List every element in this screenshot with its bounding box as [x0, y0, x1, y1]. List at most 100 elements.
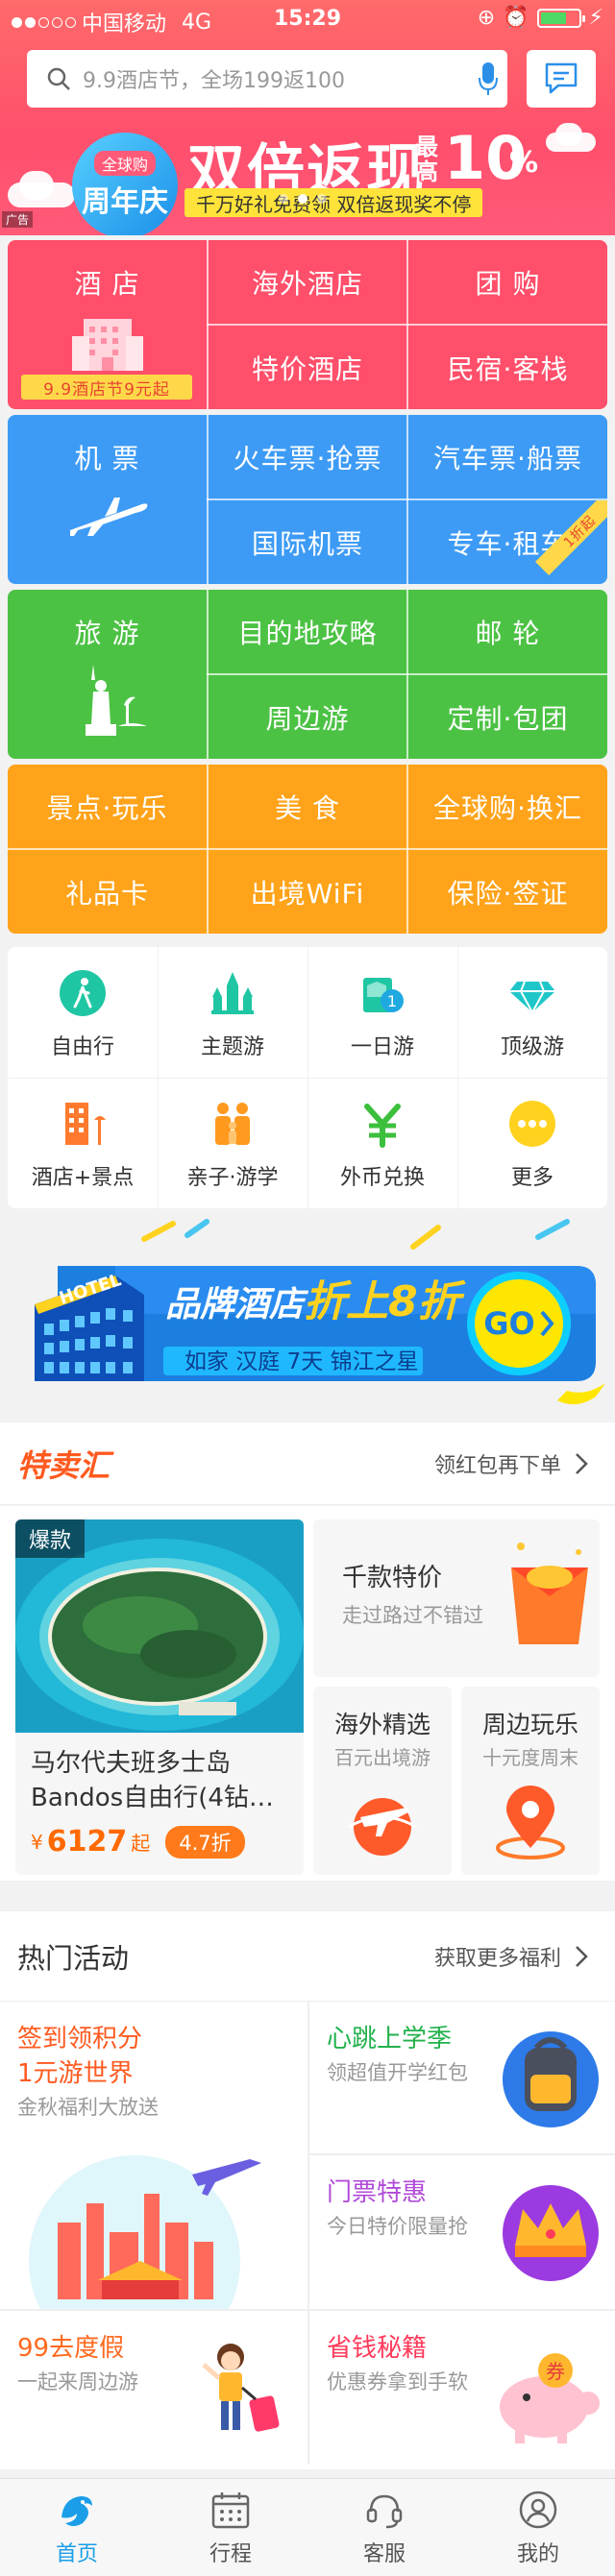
divider	[457, 947, 458, 1208]
grid-custom-tour[interactable]: 定制·包团	[408, 675, 607, 759]
yen-icon	[364, 1104, 401, 1148]
charging-icon: ⚡	[588, 6, 603, 30]
ad-tag: 广告	[2, 211, 34, 228]
activity-b-sub: 领超值开学红包	[327, 2061, 468, 2084]
hotel-brands: 如家 汉庭 7天 锦江之星	[184, 1349, 419, 1374]
grid-hotel-main[interactable]: 酒 店 9.9酒店节9元起	[8, 240, 207, 409]
city-skyline-icon	[29, 2155, 261, 2309]
activity-ticket-deal[interactable]: 门票特惠 今日特价限量抢	[309, 2155, 615, 2307]
hot-header: 热门活动 获取更多福利	[0, 1911, 615, 2002]
icon-label: 主题游	[200, 1035, 264, 1059]
svg-text:1: 1	[387, 992, 397, 1010]
activity-d-title: 99去度假	[17, 2334, 125, 2363]
status-bar: 中国移动 4G 15:29 ⊕ ⏰ ⚡	[0, 0, 615, 40]
divider	[308, 2002, 309, 2465]
tab-customer-service-label: 客服	[362, 2541, 406, 2566]
icon-label: 外币兑换	[339, 1166, 425, 1190]
divider	[207, 498, 607, 500]
icon-item-free-travel[interactable]: 自由行	[8, 947, 158, 1078]
hotel-building-icon	[71, 319, 143, 371]
deals-more-link[interactable]: 领红包再下单	[434, 1448, 588, 1479]
hotel-title-a: 品牌酒店	[165, 1285, 309, 1324]
grid-nearby-travel[interactable]: 周边游	[209, 675, 406, 759]
family-icon	[215, 1103, 250, 1145]
grid-homestay[interactable]: 民宿·客栈	[408, 326, 607, 409]
deals-title: 特卖汇	[17, 1446, 111, 1484]
tab-profile[interactable]: 我的	[461, 2479, 615, 2576]
promo-strip: 千万好礼免费领 双倍返现奖不停	[184, 188, 483, 217]
grid-intl-flight[interactable]: 国际机票	[209, 500, 406, 584]
tab-home[interactable]: 首页	[0, 2479, 154, 2576]
deal-side-left[interactable]: 海外精选 百元出境游	[313, 1687, 452, 1875]
icon-item-theme-travel[interactable]: 主题游	[158, 947, 308, 1078]
message-button[interactable]	[527, 50, 596, 108]
tab-home-label: 首页	[55, 2541, 98, 2566]
grid-bus-ship-ticket[interactable]: 汽车票·船票	[408, 415, 607, 498]
icon-label: 酒店+景点	[31, 1166, 135, 1190]
icon-item-premium-travel[interactable]: 顶级游	[457, 947, 607, 1078]
activity-d-sub: 一起来周边游	[17, 2370, 138, 2394]
side-left-title: 海外精选	[333, 1711, 430, 1738]
go-button-label: GO	[483, 1305, 534, 1342]
activity-back-to-school[interactable]: 心跳上学季 领超值开学红包	[309, 2002, 615, 2153]
hotel-grid: 酒 店 9.9酒店节9元起 海外酒店 团 购 特价酒店 民宿·客栈	[8, 240, 607, 409]
price-suffix: 起	[131, 1832, 151, 1855]
activity-99-vacation[interactable]: 99去度假 一起来周边游	[0, 2311, 308, 2465]
pager-dot[interactable]	[279, 194, 288, 204]
travel-label: 旅 游	[74, 618, 140, 649]
red-envelope-icon	[511, 1543, 588, 1644]
hot-more-link[interactable]: 获取更多福利	[434, 1941, 588, 1972]
grid-attractions[interactable]: 景点·玩乐	[8, 765, 207, 848]
tab-customer-service[interactable]: 客服	[308, 2479, 461, 2576]
hotel-promo-tag: 9.9酒店节9元起	[21, 375, 192, 400]
grid-group-buy[interactable]: 团 购	[408, 240, 607, 324]
deal-side-top[interactable]: 千款特价 走过路过不错过	[313, 1519, 600, 1677]
chevron-right-icon	[576, 1945, 588, 1967]
activity-saving-tips[interactable]: 省钱秘籍 优惠券拿到手软 券	[309, 2311, 615, 2465]
currency-symbol: ¥	[31, 1830, 43, 1854]
traveler-girl-icon	[202, 2344, 280, 2432]
grid-special-hotel[interactable]: 特价酒店	[209, 326, 406, 409]
grid-car-rental[interactable]: 专车·租车 1折起	[408, 500, 607, 584]
pager-dot[interactable]	[317, 194, 327, 204]
grid-global-shopping[interactable]: 全球购·换汇	[408, 765, 607, 848]
icon-label: 一日游	[350, 1035, 414, 1059]
location-pin-icon	[496, 1786, 565, 1859]
grid-train-ticket[interactable]: 火车票·抢票	[209, 415, 406, 498]
grid-gift-card[interactable]: 礼品卡	[8, 850, 207, 934]
plane-globe-icon	[348, 1798, 417, 1856]
icon-item-day-trip[interactable]: 1 一日游	[308, 947, 457, 1078]
castle-icon	[211, 972, 254, 1014]
activity-a-title2: 1元游世界	[17, 2059, 134, 2088]
activity-signin[interactable]: 签到领积分 1元游世界 金秋福利大放送	[0, 2002, 308, 2309]
top-banner-area: 中国移动 4G 15:29 ⊕ ⏰ ⚡ 9.9酒店节，全场199返100 全球购…	[0, 0, 615, 235]
grid-overseas-hotel[interactable]: 海外酒店	[209, 240, 406, 324]
deal-side-right[interactable]: 周边玩乐 十元度周末	[461, 1687, 600, 1875]
icon-item-family-study[interactable]: 亲子·游学	[158, 1078, 308, 1208]
grid-cruise[interactable]: 邮 轮	[408, 590, 607, 673]
hotel-discount-banner[interactable]: HOTEL 品牌酒店折上8折 如家 汉庭 7天 锦江之星 GO	[0, 1218, 615, 1410]
activity-e-title: 省钱秘籍	[327, 2334, 428, 2363]
icon-item-currency-exchange[interactable]: 外币兑换	[308, 1078, 457, 1208]
grid-travel-main[interactable]: 旅 游	[8, 590, 207, 759]
grid-destination-guide[interactable]: 目的地攻略	[209, 590, 406, 673]
tab-itinerary[interactable]: 行程	[154, 2479, 308, 2576]
grid-insurance-visa[interactable]: 保险·签证	[408, 850, 607, 934]
promo-banner[interactable]: 全球购 周年庆 双倍返现 最高 10 % 千万好礼免费领 双倍返现奖不停 广告	[0, 115, 615, 235]
promo-small-text: 最高	[415, 134, 438, 185]
deal-main-card[interactable]: 爆款 马尔代夫班多士岛Bandos自由行(4钻… ¥ 6127 起 4.7折	[15, 1519, 304, 1875]
icon-item-more[interactable]: 更多	[457, 1078, 607, 1208]
grid-food[interactable]: 美 食	[209, 765, 406, 848]
pager-dot[interactable]	[298, 194, 308, 204]
hot-more-label: 获取更多福利	[433, 1946, 561, 1971]
diamond-icon	[509, 981, 555, 1015]
grid-wifi[interactable]: 出境WiFi	[209, 850, 406, 934]
side-right-title: 周边玩乐	[481, 1711, 578, 1738]
hotel-label: 酒 店	[74, 268, 140, 300]
search-icon	[47, 67, 70, 90]
grid-flight-main[interactable]: 机 票	[8, 415, 207, 584]
battery-icon	[536, 8, 585, 28]
icon-item-hotel-attraction[interactable]: 酒店+景点	[8, 1078, 158, 1208]
search-input[interactable]: 9.9酒店节，全场199返100	[27, 50, 507, 108]
microphone-icon[interactable]	[469, 52, 507, 106]
